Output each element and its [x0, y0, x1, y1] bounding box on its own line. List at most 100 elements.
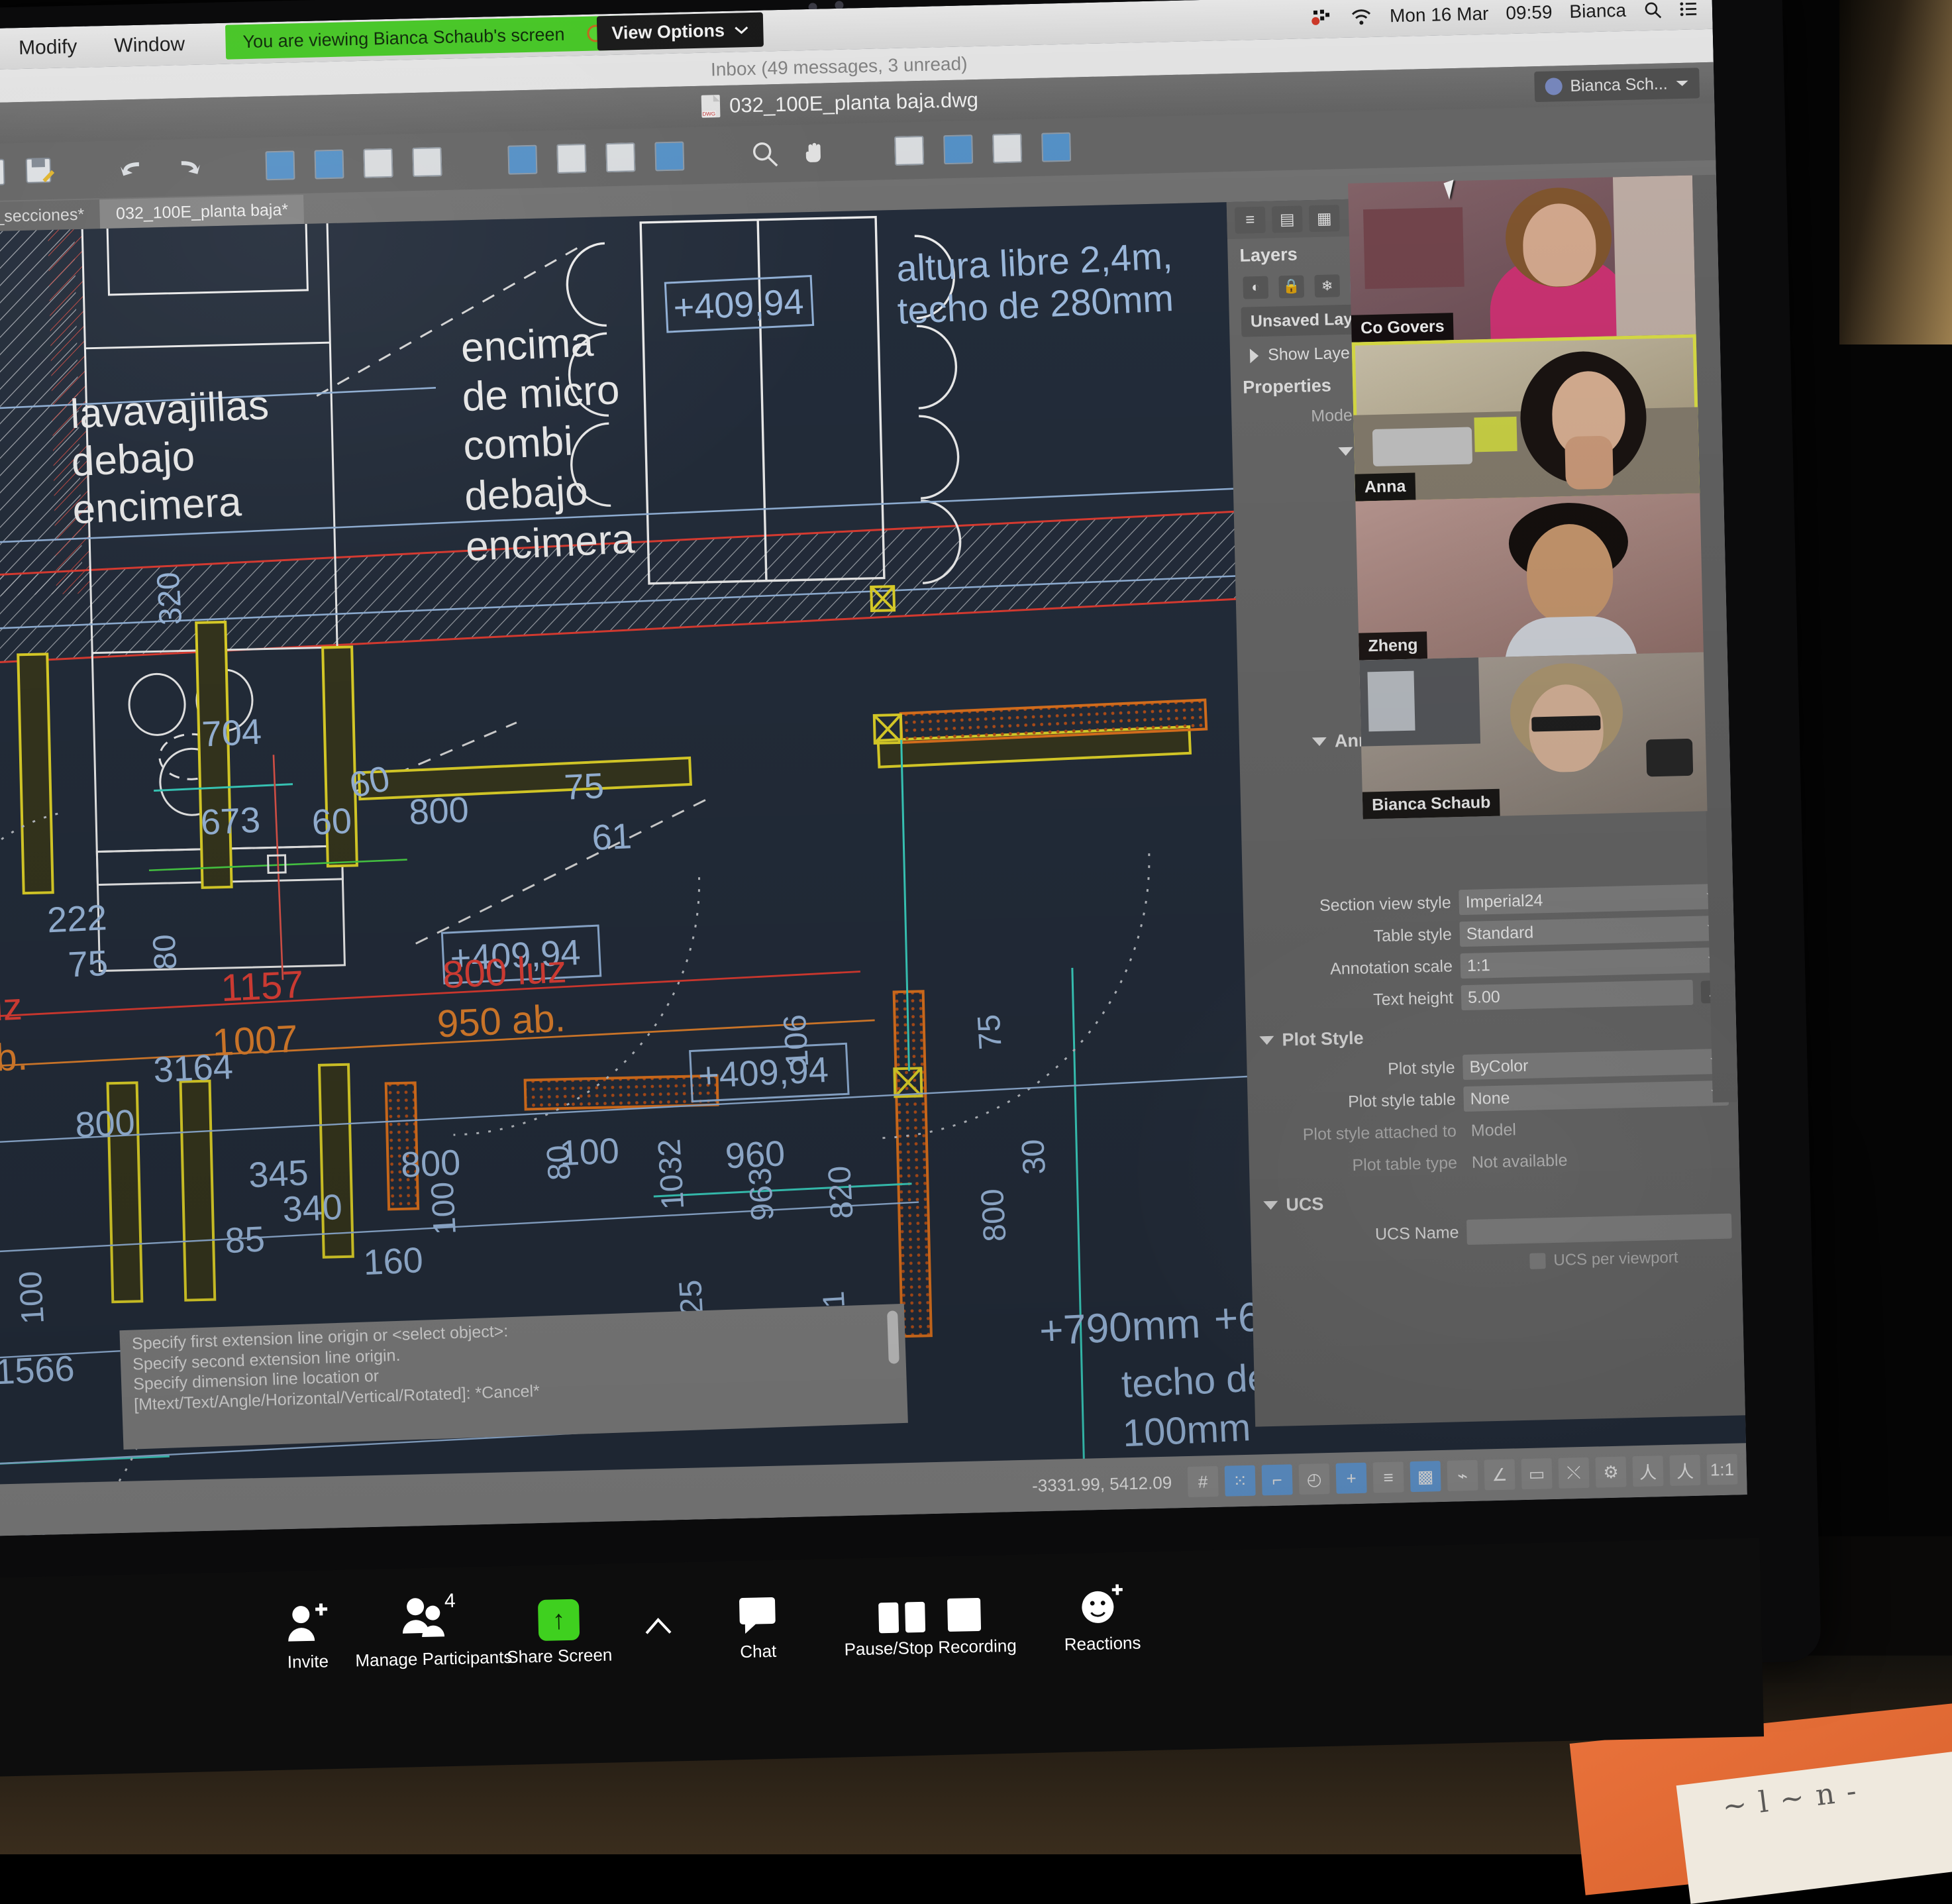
field-value[interactable]: 1:1 — [1460, 947, 1725, 978]
chevron-down-icon — [1312, 737, 1327, 747]
undo-icon[interactable] — [115, 148, 156, 189]
save-as-icon[interactable] — [19, 150, 61, 192]
menubar-date[interactable]: Mon 16 Mar — [1390, 3, 1489, 27]
view-options-button[interactable]: View Options — [597, 13, 764, 51]
object-snap-icon[interactable]: + — [1336, 1463, 1367, 1494]
dimension-value: 963 — [743, 1167, 781, 1222]
drawing-note-altura: altura libre 2,4m, techo de 280mm — [896, 235, 1175, 332]
participant-tile[interactable]: Co Govers — [1348, 176, 1696, 343]
dimension-value: luz — [0, 985, 23, 1030]
snap-icon[interactable]: ⁙ — [1225, 1465, 1256, 1497]
cad-account-button[interactable]: Bianca Sch... — [1534, 68, 1700, 102]
annotation-visibility-icon[interactable]: 人 — [1669, 1455, 1700, 1486]
zoom-chat-button[interactable]: Chat — [693, 1577, 821, 1663]
tab-secciones[interactable]: E_secciones* — [0, 199, 101, 232]
dimension-value: 673 — [199, 800, 261, 843]
field-value[interactable]: Standard — [1459, 916, 1725, 947]
lineweight-icon[interactable]: ∠ — [1484, 1459, 1515, 1490]
participant-tile-active[interactable]: Anna — [1352, 335, 1700, 502]
pan-icon[interactable] — [793, 132, 835, 174]
multileader-icon[interactable] — [937, 129, 979, 170]
menubar-user[interactable]: Bianca — [1569, 0, 1626, 23]
menu-modify[interactable]: Modify — [0, 35, 96, 60]
zoom-invite-button[interactable]: Invite — [243, 1588, 371, 1673]
lightbulb-icon[interactable]: ◐ — [1243, 276, 1268, 299]
dimension-value: 800 — [408, 790, 470, 832]
dimension-value: 75 — [67, 943, 109, 985]
dimension-value: 950 ab. — [437, 996, 566, 1045]
polar-icon[interactable]: ◴ — [1299, 1463, 1330, 1495]
show-layers-label: Show Laye — [1268, 344, 1350, 365]
dimension-value: 60 — [311, 801, 352, 843]
batch-plot-icon[interactable] — [648, 135, 690, 177]
export-icon[interactable] — [501, 138, 543, 180]
print-icon[interactable] — [259, 144, 301, 186]
dimension-value: 160 — [362, 1240, 424, 1283]
dimension-numbers-orange: 1007 950 ab. ab. — [0, 996, 567, 1081]
layer-filter-icon[interactable]: ▦ — [1309, 205, 1340, 232]
dimension-value: 100 — [13, 1270, 51, 1325]
plot-style-icon[interactable] — [406, 141, 448, 183]
print-preview-icon[interactable] — [308, 143, 350, 185]
dyn-input-icon[interactable]: ⌁ — [1447, 1460, 1478, 1491]
chevron-down-icon — [1259, 1036, 1274, 1045]
dimension-value: 222 — [46, 898, 108, 940]
field-value[interactable]: Imperial24 — [1459, 884, 1724, 915]
layers-icon[interactable]: ≡ — [1235, 207, 1266, 234]
dynamic-ucs-icon[interactable]: ▩ — [1410, 1461, 1441, 1492]
zoom-reactions-button[interactable]: Reactions — [1038, 1570, 1166, 1656]
dimension-value: 1157 — [220, 963, 305, 1010]
command-scrollbar[interactable] — [887, 1310, 899, 1363]
plot-icon[interactable] — [357, 142, 399, 184]
zoom-share-label: Share Screen — [507, 1645, 613, 1668]
menu-window[interactable]: Window — [95, 32, 203, 58]
wifi-icon[interactable] — [1350, 8, 1373, 26]
battery-icon[interactable] — [1310, 9, 1333, 26]
annotation-monitor-icon[interactable]: ⚙ — [1595, 1456, 1626, 1487]
field-value[interactable]: ByColor — [1463, 1049, 1728, 1080]
redo-icon[interactable] — [164, 146, 205, 188]
zoom-icon[interactable] — [744, 133, 786, 175]
import-icon[interactable] — [550, 138, 592, 180]
dimension-value: 1007 — [211, 1017, 299, 1064]
participant-tile[interactable]: Zheng — [1355, 493, 1704, 660]
dimension-icon[interactable] — [888, 130, 930, 172]
control-center-icon[interactable] — [1679, 1, 1698, 17]
selection-cycling-icon[interactable]: ⤬ — [1558, 1457, 1589, 1489]
annotate-icon[interactable] — [986, 127, 1028, 169]
field-value[interactable] — [1466, 1214, 1732, 1245]
annotation-scale-icon[interactable]: 人 — [1632, 1455, 1663, 1487]
field-label: Plot table type — [1259, 1153, 1458, 1177]
checkbox-label: UCS per viewport — [1553, 1249, 1678, 1270]
zoom-manage-participants-button[interactable]: 4 Manage Participants — [369, 1585, 497, 1671]
ortho-icon[interactable]: ⌐ — [1262, 1464, 1293, 1495]
field-value[interactable]: None — [1463, 1081, 1729, 1112]
measure-icon[interactable] — [1035, 126, 1077, 168]
menubar-time[interactable]: 09:59 — [1506, 1, 1553, 24]
tab-planta-baja[interactable]: 032_100E_planta baja* — [100, 195, 305, 229]
transparency-icon[interactable]: ▭ — [1521, 1458, 1552, 1489]
note-line: encima — [460, 319, 594, 372]
field-value[interactable]: 5.00 — [1461, 980, 1694, 1010]
drawing-note-micro: encima de micro combi debajo encimera — [460, 319, 636, 570]
chevron-down-icon — [734, 25, 748, 35]
zoom-share-options-button[interactable] — [621, 1581, 695, 1644]
grid-icon[interactable]: # — [1188, 1466, 1219, 1497]
note-line: encimera — [464, 516, 636, 570]
participant-tile[interactable]: Bianca Schaub — [1359, 652, 1708, 819]
search-icon[interactable] — [1643, 1, 1663, 20]
wall-background — [1839, 0, 1952, 344]
lock-icon[interactable]: 🔒 — [1278, 275, 1304, 298]
cad-account-label: Bianca Sch... — [1570, 74, 1668, 95]
dimension-value: 320 — [151, 571, 189, 626]
zoom-reactions-label: Reactions — [1064, 1632, 1141, 1655]
user-avatar-icon — [1545, 78, 1563, 95]
zoom-record-button[interactable]: Pause/Stop Recording — [819, 1573, 1040, 1660]
save-icon[interactable] — [0, 151, 13, 193]
publish-icon[interactable] — [599, 136, 641, 178]
freeze-icon[interactable]: ❄ — [1314, 274, 1340, 297]
autoscale-icon[interactable]: 1:1 — [1706, 1454, 1737, 1485]
zoom-share-screen-button[interactable]: ↑ Share Screen — [495, 1582, 623, 1667]
otrack-icon[interactable]: ≡ — [1373, 1461, 1404, 1493]
layer-state-icon[interactable]: ▤ — [1272, 205, 1303, 233]
